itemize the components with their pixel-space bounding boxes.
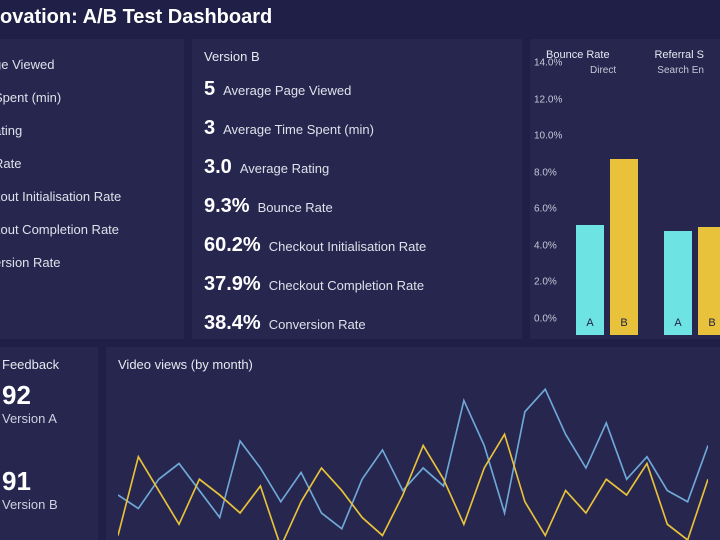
metric-label: Average Rating (240, 161, 329, 176)
page-title: Innovation: A/B Test Dashboard (0, 0, 720, 39)
y-tick: 14.0% (534, 58, 562, 69)
top-row: ge Viewed Spent (min) ating Rate kout Initi… (0, 39, 720, 339)
y-tick: 10.0% (534, 131, 562, 142)
panel-version-a: ge Viewed Spent (min) ating Rate kout Initi… (0, 39, 184, 339)
version-b-metric-row: 3.0 Average Rating (204, 156, 510, 179)
video-title: Video views (by month) (118, 357, 708, 372)
bar-label: B (610, 317, 638, 329)
metric-value: 38.4% (204, 312, 261, 335)
bar-label: A (576, 317, 604, 329)
metric-value: 60.2% (204, 234, 261, 257)
referral-title: Referral S (654, 49, 704, 61)
metric-label: Average Page Viewed (223, 83, 351, 98)
metric-label: Conversion Rate (269, 317, 366, 332)
feedback-header: Feedback (2, 357, 86, 372)
version-a-metric-label: Spent (min) (0, 90, 172, 105)
version-b-metric-row: 3 Average Time Spent (min) (204, 117, 510, 140)
video-line (118, 434, 708, 540)
metric-value: 3 (204, 117, 215, 140)
version-b-metric-row: 9.3% Bounce Rate (204, 195, 510, 218)
version-b-metric-row: 5 Average Page Viewed (204, 78, 510, 101)
metric-label: Bounce Rate (258, 200, 333, 215)
version-b-header: Version B (204, 49, 510, 64)
metric-value: 9.3% (204, 195, 250, 218)
metric-value: 37.9% (204, 273, 261, 296)
metric-label: Checkout Initialisation Rate (269, 239, 427, 254)
metric-label: Checkout Completion Rate (269, 278, 424, 293)
bar-label: A (664, 317, 692, 329)
bounce-bar: A (576, 225, 604, 335)
metric-label: Average Time Spent (min) (223, 122, 374, 137)
bar-label: B (698, 317, 720, 329)
feedback-a-label: Version A (2, 411, 86, 426)
bottom-row: Feedback 92 Version A 91 Version B Video… (0, 347, 720, 540)
feedback-b-label: Version B (2, 497, 86, 512)
version-a-metric-label: ating (0, 123, 172, 138)
y-tick: 12.0% (534, 94, 562, 105)
bounce-bar-chart: 0.0%2.0%4.0%6.0%8.0%10.0%12.0%14.0%AABB (534, 63, 720, 335)
video-line (118, 389, 708, 529)
panel-video-views: Video views (by month) 07100104071001040… (106, 347, 720, 540)
version-b-metric-row: 38.4% Conversion Rate (204, 312, 510, 335)
panel-bounce-rate: Bounce Rate Referral S Direct Search En … (530, 39, 720, 339)
y-tick: 6.0% (534, 204, 557, 215)
version-a-metric-label: ersion Rate (0, 255, 172, 270)
video-line-chart (118, 378, 708, 540)
y-tick: 0.0% (534, 314, 557, 325)
y-tick: 2.0% (534, 277, 557, 288)
version-a-metric-label: ge Viewed (0, 57, 172, 72)
version-a-metric-label: kout Initialisation Rate (0, 189, 172, 204)
metric-value: 3.0 (204, 156, 232, 179)
feedback-b-value: 91 (2, 466, 86, 497)
bounce-bar: A (664, 231, 692, 335)
version-a-metric-label: kout Completion Rate (0, 222, 172, 237)
metric-value: 5 (204, 78, 215, 101)
y-tick: 8.0% (534, 167, 557, 178)
version-b-metric-row: 37.9% Checkout Completion Rate (204, 273, 510, 296)
y-tick: 4.0% (534, 240, 557, 251)
panel-version-b: Version B 5 Average Page Viewed 3 Average T… (192, 39, 522, 339)
version-a-metric-label: Rate (0, 156, 172, 171)
bounce-bar: B (610, 159, 638, 335)
panel-feedback: Feedback 92 Version A 91 Version B (0, 347, 98, 540)
feedback-a-value: 92 (2, 380, 86, 411)
bounce-bar: B (698, 227, 720, 335)
version-b-metric-row: 60.2% Checkout Initialisation Rate (204, 234, 510, 257)
